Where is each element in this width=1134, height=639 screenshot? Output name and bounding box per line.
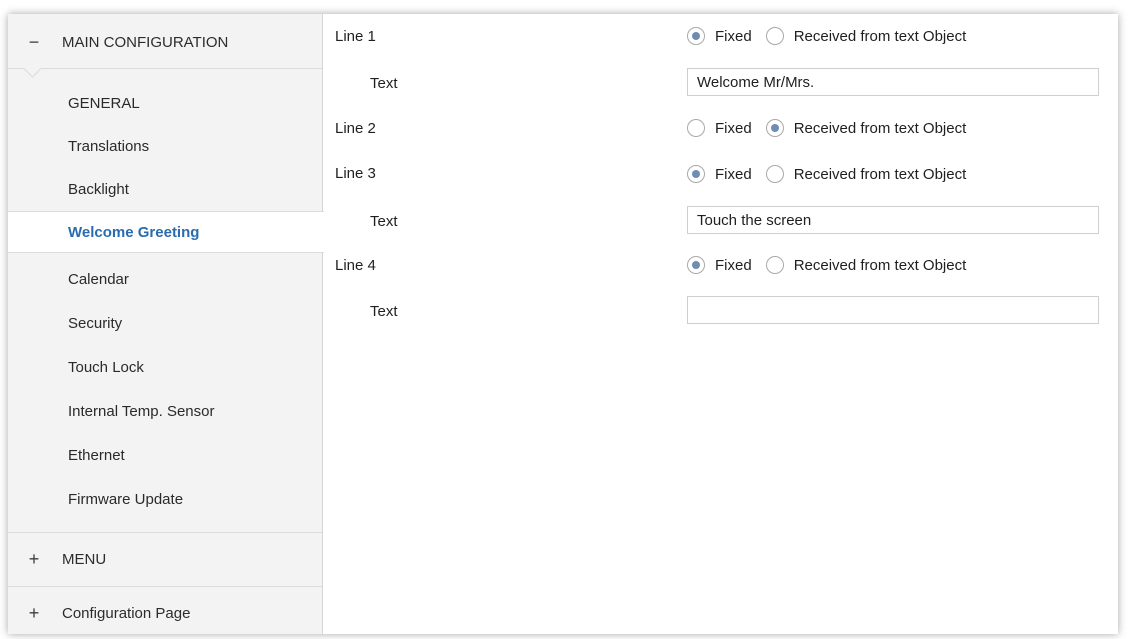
line-4-source-radio-group: Fixed Received from text Object [687,253,980,277]
line-1-received-radio[interactable] [765,27,784,45]
fixed-option-label: Fixed [715,119,752,137]
sidebar-item-firmware-update[interactable]: Firmware Update [8,478,322,520]
line-3-fixed-radio[interactable] [687,165,705,183]
app-window: − MAIN CONFIGURATION GENERAL Translation… [8,14,1118,634]
line-3-text-label: Text [370,213,398,230]
line-1-fixed-radio[interactable] [687,27,705,45]
sidebar-item-welcome-greeting[interactable]: Welcome Greeting [8,211,324,253]
sidebar-item-touch-lock[interactable]: Touch Lock [8,346,322,388]
expand-icon[interactable]: + [22,549,46,570]
received-option-label: Received from text Object [793,165,967,183]
received-option-label: Received from text Object [793,27,967,45]
line-3-source-radio-group: Fixed Received from text Object [687,162,980,186]
fixed-option-label: Fixed [715,256,752,274]
line-4-text-label: Text [370,303,398,320]
sidebar-item-calendar[interactable]: Calendar [8,258,322,300]
sidebar-item-backlight[interactable]: Backlight [8,168,322,210]
line-2-label: Line 2 [335,120,376,137]
line-3-text-input[interactable] [687,206,1099,234]
configuration-page-group-header[interactable]: + Configuration Page [8,586,322,639]
line-3-label: Line 3 [335,165,376,182]
line-4-text-input[interactable] [687,296,1099,324]
line-2-source-radio-group: Fixed Received from text Object [687,116,980,140]
group-label: MENU [62,550,107,568]
received-option-label: Received from text Object [793,119,967,137]
sidebar-item-general[interactable]: GENERAL [8,82,322,124]
sidebar-item-ethernet[interactable]: Ethernet [8,434,322,476]
line-1-label: Line 1 [335,28,376,45]
sidebar-item-security[interactable]: Security [8,302,322,344]
menu-group-header[interactable]: + MENU [8,532,322,585]
parameter-panel: Line 1 Fixed Received from text Object T… [323,14,1118,634]
line-2-fixed-radio[interactable] [687,119,705,137]
group-label: Configuration Page [62,604,191,622]
fixed-option-label: Fixed [715,165,752,183]
line-3-received-radio[interactable] [765,165,784,183]
main-configuration-group-header[interactable]: − MAIN CONFIGURATION [8,16,322,69]
line-1-text-input[interactable] [687,68,1099,96]
line-2-received-radio[interactable] [765,119,784,137]
received-option-label: Received from text Object [793,256,967,274]
sidebar: − MAIN CONFIGURATION GENERAL Translation… [8,14,324,634]
line-1-text-label: Text [370,75,398,92]
line-1-source-radio-group: Fixed Received from text Object [687,24,980,48]
line-4-label: Line 4 [335,257,376,274]
fixed-option-label: Fixed [715,27,752,45]
line-4-received-radio[interactable] [765,256,784,274]
sidebar-item-translations[interactable]: Translations [8,125,322,167]
expand-icon[interactable]: + [22,603,46,624]
sidebar-item-internal-temp-sensor[interactable]: Internal Temp. Sensor [8,390,322,432]
group-label: MAIN CONFIGURATION [62,33,229,51]
collapse-icon[interactable]: − [22,32,46,53]
line-4-fixed-radio[interactable] [687,256,705,274]
